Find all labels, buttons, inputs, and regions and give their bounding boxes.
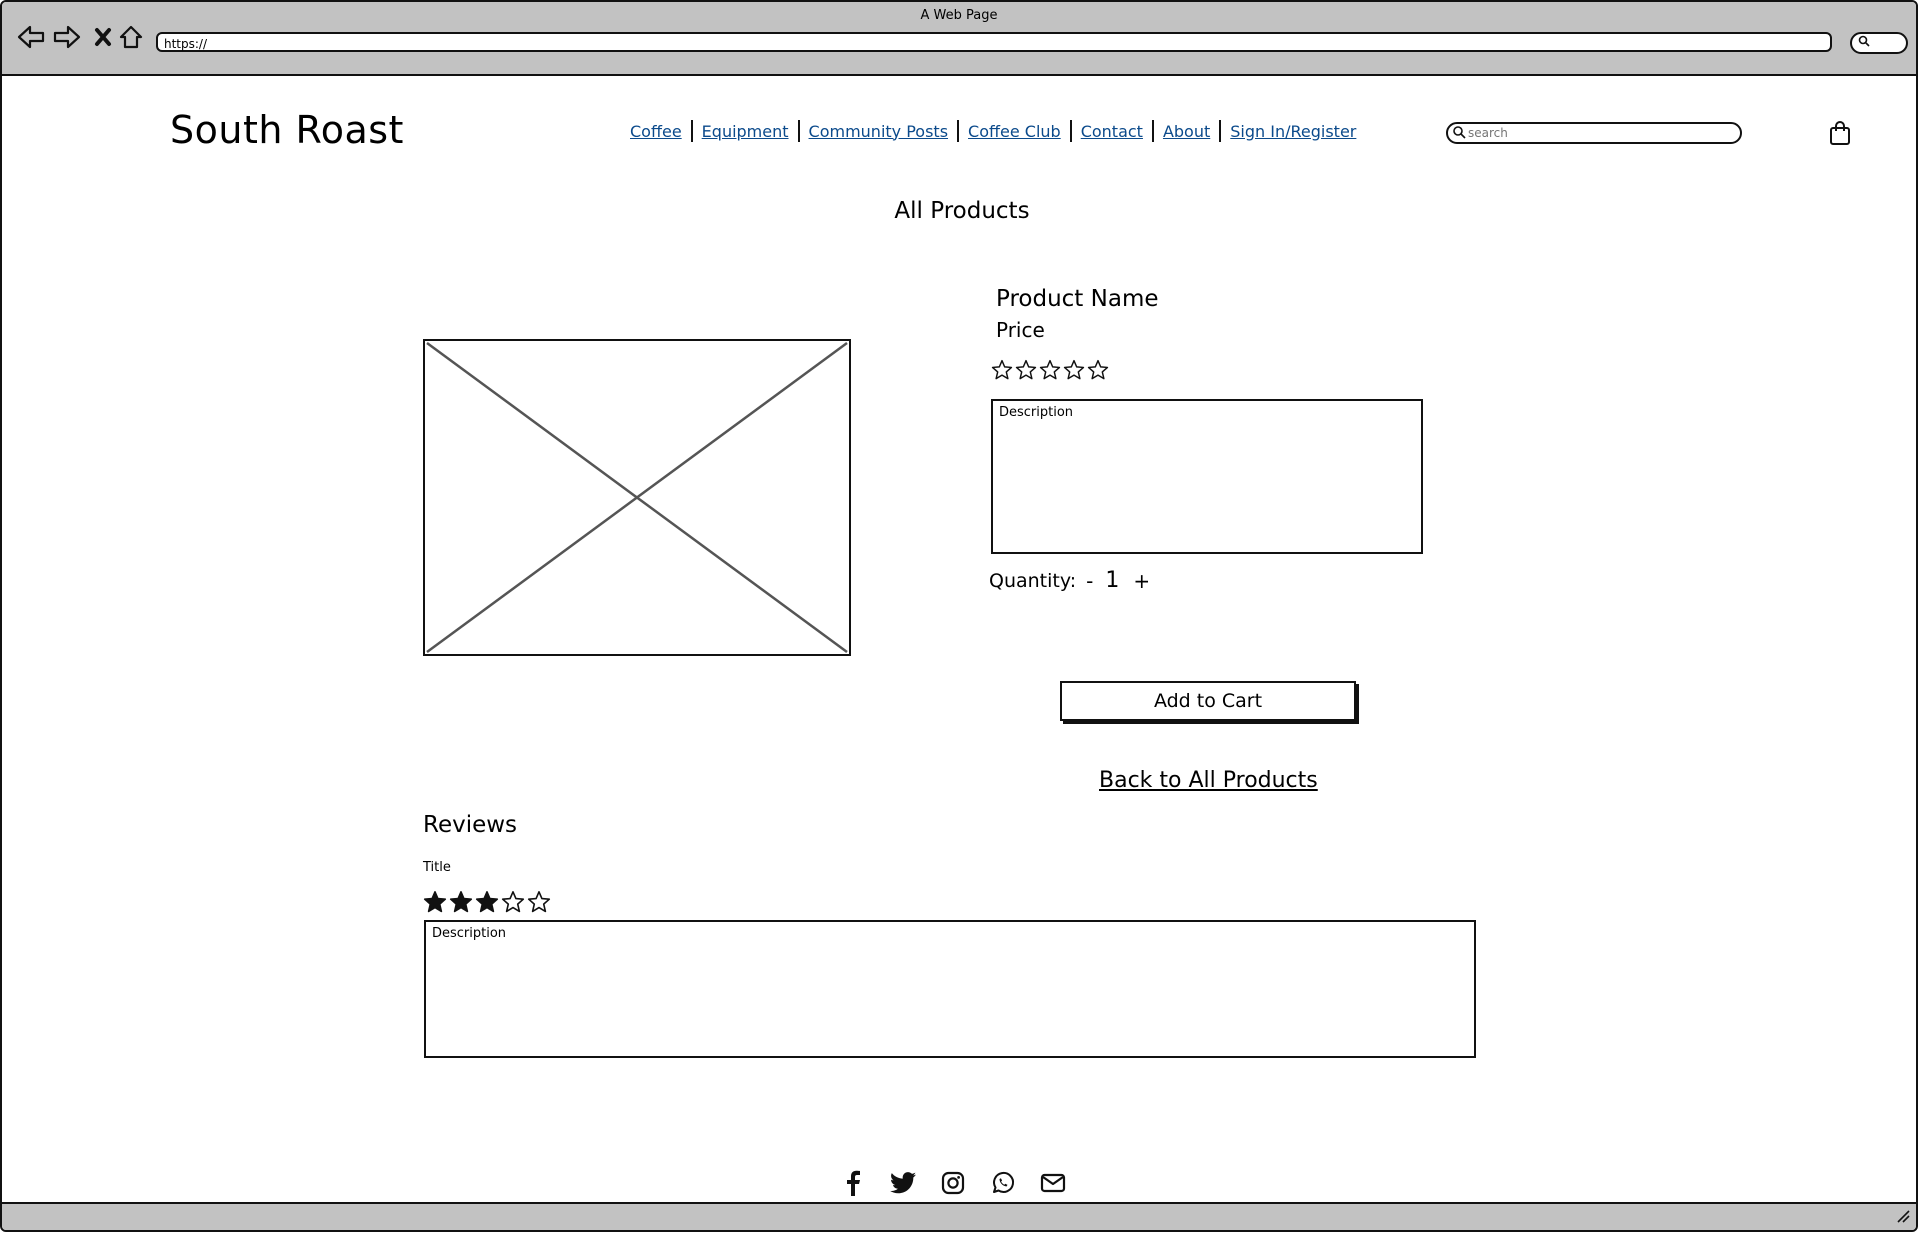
quantity-increment-button[interactable]: + — [1133, 569, 1150, 593]
shopping-bag-icon[interactable] — [1828, 120, 1852, 150]
review-rating — [423, 890, 551, 918]
whatsapp-icon[interactable] — [988, 1168, 1018, 1198]
quantity-value: 1 — [1105, 568, 1120, 593]
nav-about[interactable]: About — [1163, 122, 1210, 141]
nav-divider — [1219, 120, 1222, 142]
nav-divider — [797, 120, 800, 142]
product-description: Description — [991, 399, 1423, 554]
quantity-decrement-button[interactable]: - — [1086, 569, 1093, 593]
instagram-icon[interactable] — [938, 1168, 968, 1198]
social-links — [838, 1168, 1068, 1198]
search-input[interactable] — [1466, 126, 1730, 140]
star-filled-icon — [475, 890, 499, 918]
stop-icon[interactable] — [88, 22, 118, 52]
url-bar[interactable]: https:// — [156, 32, 1832, 52]
product-rating[interactable] — [991, 359, 1109, 385]
back-arrow-icon[interactable] — [16, 22, 46, 52]
review-title: Title — [423, 860, 451, 875]
browser-search-field[interactable] — [1850, 32, 1908, 54]
star-filled-icon — [423, 890, 447, 918]
star-filled-icon — [449, 890, 473, 918]
main-navigation: Coffee Equipment Community Posts Coffee … — [630, 120, 1356, 142]
star-empty-icon[interactable] — [1063, 359, 1085, 385]
window-title: A Web Page — [920, 8, 998, 23]
product-name: Product Name — [996, 286, 1159, 312]
forward-arrow-icon[interactable] — [52, 22, 82, 52]
nav-divider — [690, 120, 693, 142]
nav-sign-in-register[interactable]: Sign In/Register — [1230, 122, 1356, 141]
browser-window: A Web Page https:// South Roast Coffee E… — [0, 0, 1918, 1232]
nav-divider — [1151, 120, 1154, 142]
star-empty-icon[interactable] — [1015, 359, 1037, 385]
star-empty-icon — [501, 890, 525, 918]
star-empty-icon — [527, 890, 551, 918]
site-search — [1446, 122, 1742, 144]
home-icon[interactable] — [116, 22, 146, 52]
star-empty-icon[interactable] — [1087, 359, 1109, 385]
nav-equipment[interactable]: Equipment — [702, 122, 789, 141]
quantity-label: Quantity: — [989, 569, 1077, 592]
resize-handle-icon[interactable] — [1896, 1209, 1910, 1227]
nav-contact[interactable]: Contact — [1081, 122, 1143, 141]
star-empty-icon[interactable] — [991, 359, 1013, 385]
product-image-placeholder — [423, 339, 851, 656]
search-icon — [1452, 124, 1466, 143]
quantity-stepper: Quantity: - 1 + — [989, 568, 1150, 593]
search-icon — [1858, 35, 1870, 50]
nav-divider — [1069, 120, 1072, 142]
review-description: Description — [424, 920, 1476, 1058]
product-price: Price — [996, 318, 1045, 342]
browser-status-bar — [2, 1202, 1916, 1230]
add-to-cart-button[interactable]: Add to Cart — [1060, 681, 1356, 721]
browser-chrome: A Web Page https:// — [2, 2, 1916, 76]
star-empty-icon[interactable] — [1039, 359, 1061, 385]
back-to-all-products-link[interactable]: Back to All Products — [1099, 768, 1318, 793]
twitter-icon[interactable] — [888, 1168, 918, 1198]
site-logo[interactable]: South Roast — [170, 108, 404, 152]
reviews-heading: Reviews — [423, 812, 518, 838]
nav-divider — [957, 120, 960, 142]
email-icon[interactable] — [1038, 1168, 1068, 1198]
facebook-icon[interactable] — [838, 1168, 868, 1198]
page-heading: All Products — [894, 198, 1030, 224]
nav-coffee-club[interactable]: Coffee Club — [968, 122, 1061, 141]
nav-community-posts[interactable]: Community Posts — [809, 122, 949, 141]
nav-coffee[interactable]: Coffee — [630, 122, 682, 141]
